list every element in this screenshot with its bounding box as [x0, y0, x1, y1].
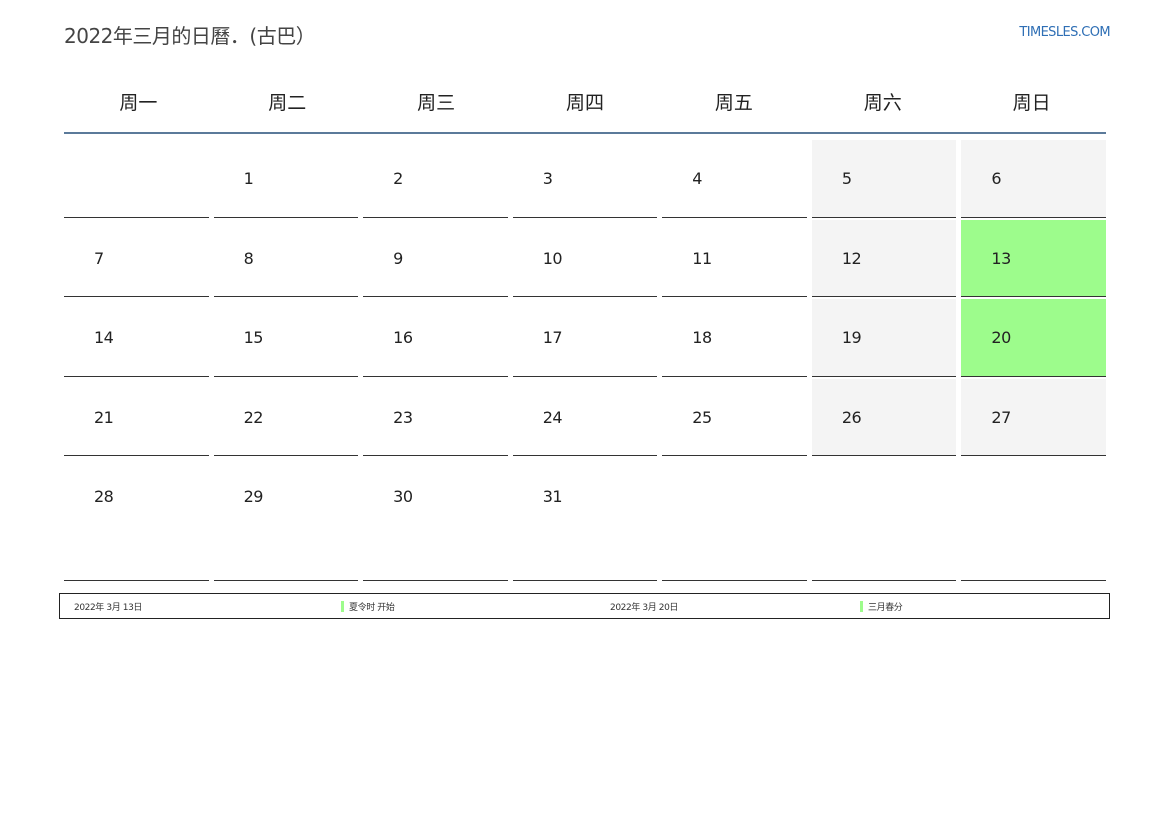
day-cell: 31: [512, 458, 658, 581]
day-number: 3: [542, 169, 553, 188]
day-number: 24: [542, 407, 563, 427]
week-row-5: 28 29 30 31: [64, 456, 1106, 581]
day-number: 25: [692, 407, 712, 427]
day-number: 17: [542, 328, 563, 347]
day-cell: 28: [64, 458, 209, 581]
day-cell: [662, 458, 807, 581]
week-row-3: 14 15 16 17 18 19 20: [64, 297, 1106, 377]
site-link[interactable]: TIMESLES.COM: [1019, 25, 1110, 40]
day-cell: 17: [512, 299, 658, 377]
day-number: 6: [991, 169, 1002, 188]
legend-event: 三月春分: [860, 594, 903, 618]
weekday-header-sat: 周六: [863, 91, 902, 114]
holiday-legend: 2022年 3月 13日 夏令时 开始 2022年 3月 20日 三月春分: [59, 593, 1110, 619]
legend-color-marker: [341, 600, 344, 612]
day-cell: 15: [213, 299, 359, 377]
day-number: 22: [243, 407, 264, 427]
day-number: 4: [692, 169, 702, 188]
day-number: 13: [991, 248, 1011, 268]
day-number: 28: [94, 487, 114, 506]
legend-color-marker: [860, 600, 863, 612]
weekday-header-row: 周一 周二 周三 周四 周五 周六 周日: [64, 70, 1106, 134]
day-cell: [64, 140, 209, 218]
day-cell-holiday: 13: [961, 219, 1106, 297]
day-cell: 1: [213, 140, 359, 218]
week-row-2: 7 8 9 10 11 12 13: [64, 218, 1106, 297]
day-cell: 30: [363, 458, 508, 581]
page-title: 2022年三月的日曆．(古巴）: [64, 24, 316, 48]
legend-date: 2022年 3月 20日: [610, 602, 679, 613]
day-cell: 24: [512, 379, 658, 456]
day-cell: 3: [512, 140, 658, 218]
day-number: 8: [243, 248, 254, 268]
day-cell: 8: [213, 220, 359, 297]
day-number: 15: [243, 328, 264, 347]
weekday-header-wed: 周三: [417, 91, 456, 114]
legend-event: 夏令时 开始: [341, 594, 395, 618]
day-number: 2: [393, 169, 403, 188]
day-number: 19: [841, 328, 862, 347]
day-number: 7: [94, 248, 104, 268]
day-cell-weekend: 6: [961, 140, 1106, 218]
weeks-container: 1 2 3 4 5 6 7 8 9 10 11 12 13 14 15 16 1…: [64, 138, 1106, 581]
day-cell-weekend: 12: [811, 219, 957, 297]
calendar-grid: 周一 周二 周三 周四 周五 周六 周日 1 2 3 4 5 6 7 8 9 1…: [64, 70, 1106, 581]
day-cell: 2: [363, 140, 508, 218]
day-cell: 11: [662, 220, 807, 297]
day-number: 11: [692, 248, 712, 268]
day-cell: [961, 458, 1106, 581]
day-number: 14: [94, 328, 114, 347]
weekday-header-fri: 周五: [714, 91, 753, 114]
weekday-header-sun: 周日: [1012, 91, 1051, 114]
day-number: 1: [243, 169, 254, 188]
day-cell: [811, 458, 957, 581]
day-number: 27: [991, 407, 1011, 427]
day-number: 31: [542, 487, 563, 506]
day-number: 30: [393, 487, 413, 506]
day-number: 12: [841, 248, 862, 268]
legend-date: 2022年 3月 13日: [74, 602, 143, 613]
day-cell-weekend: 27: [961, 378, 1106, 456]
day-number: 9: [393, 248, 403, 268]
day-number: 26: [841, 407, 862, 427]
day-cell: 22: [213, 379, 359, 456]
legend-event-label: 三月春分: [868, 602, 903, 613]
day-cell-holiday: 20: [961, 299, 1106, 377]
day-cell: 4: [662, 140, 807, 218]
day-cell: 10: [512, 220, 658, 297]
day-cell-weekend: 26: [811, 378, 957, 456]
day-number: 29: [243, 487, 264, 506]
day-cell: 9: [363, 220, 508, 297]
day-cell: 16: [363, 299, 508, 377]
day-number: 18: [692, 328, 712, 347]
legend-event-label: 夏令时 开始: [349, 602, 395, 613]
week-row-1: 1 2 3 4 5 6: [64, 138, 1106, 218]
weekday-header-thu: 周四: [565, 91, 604, 114]
weekday-header-mon: 周一: [119, 91, 158, 114]
day-cell: 25: [662, 379, 807, 456]
day-number: 10: [542, 248, 563, 268]
day-number: 5: [841, 169, 852, 188]
week-row-4: 21 22 23 24 25 26 27: [64, 377, 1106, 456]
day-number: 20: [991, 328, 1011, 347]
day-cell: 21: [64, 379, 209, 456]
day-cell: 18: [662, 299, 807, 377]
day-cell: 14: [64, 299, 209, 377]
day-cell: 23: [363, 379, 508, 456]
day-number: 23: [393, 407, 413, 427]
day-number: 16: [393, 328, 413, 347]
day-cell: 29: [213, 458, 359, 581]
day-cell-weekend: 5: [811, 140, 957, 218]
day-cell: 7: [64, 220, 209, 297]
day-number: 21: [94, 407, 114, 427]
day-cell-weekend: 19: [811, 299, 957, 377]
weekday-header-tue: 周二: [268, 91, 307, 114]
